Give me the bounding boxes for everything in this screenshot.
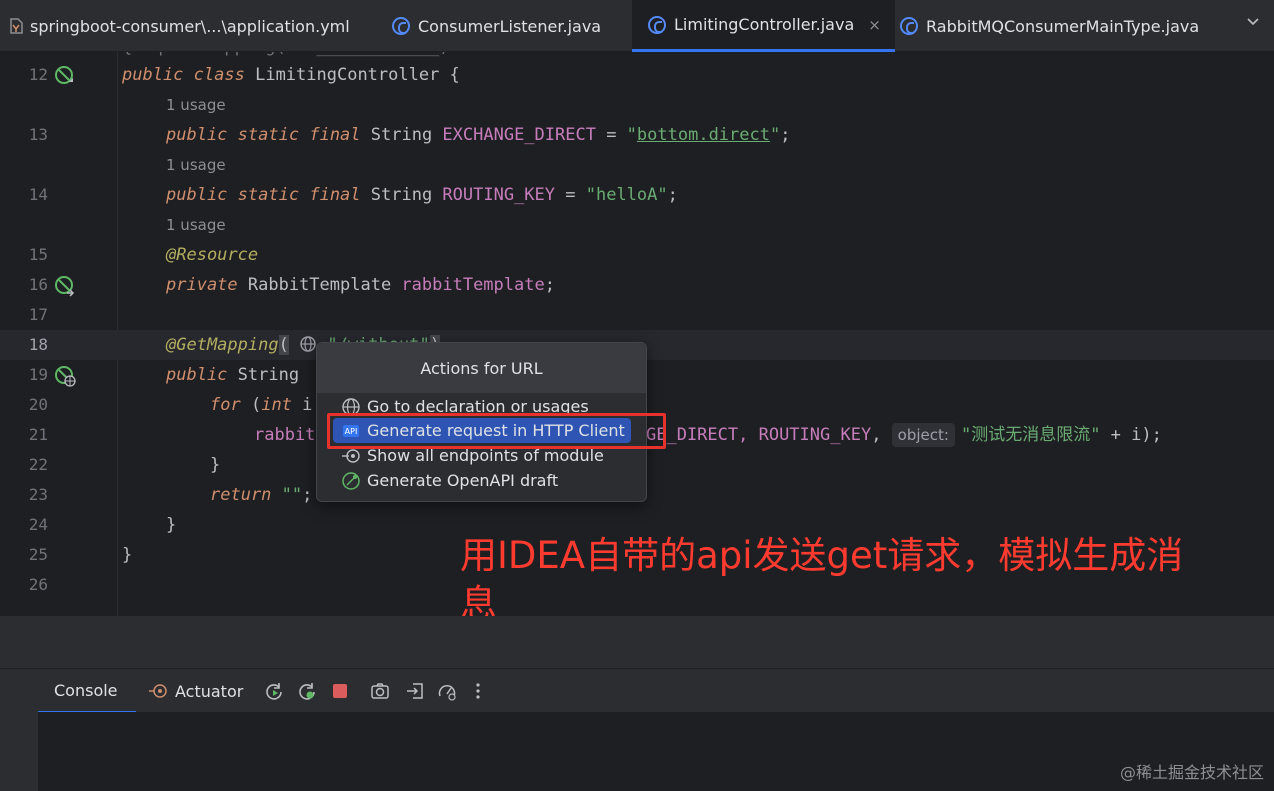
tab-label: Console — [54, 680, 118, 700]
menu-item-label: Go to declaration or usages — [367, 397, 589, 416]
line-number: 14 — [28, 185, 48, 204]
login-icon[interactable] — [405, 681, 425, 701]
string-literal: "helloA" — [585, 185, 668, 205]
yaml-file-icon — [10, 18, 23, 34]
tab-rabbitmq-main-type[interactable]: RabbitMQConsumerMainType.java — [900, 0, 1199, 52]
menu-item-label: Generate OpenAPI draft — [367, 471, 559, 490]
svg-text:API: API — [345, 427, 358, 436]
menu-item-label: Show all endpoints of module — [367, 446, 604, 465]
code-line-14: 14 public static final String ROUTING_KE… — [0, 180, 1274, 210]
globe-icon — [342, 397, 360, 416]
popup-title: Actions for URL — [317, 343, 646, 393]
field-name: ROUTING_KEY — [442, 185, 556, 205]
line-number: 25 — [28, 545, 48, 564]
code-line-15: 15 @Resource — [0, 240, 1274, 270]
openapi-icon — [342, 471, 360, 490]
spring-endpoint-icon[interactable] — [54, 365, 76, 387]
string-literal[interactable]: bottom.direct — [637, 125, 770, 145]
field-name: rabbitTemplate — [401, 275, 545, 295]
rerun-icon[interactable] — [264, 681, 284, 701]
close-icon[interactable]: × — [868, 16, 881, 34]
tab-label: RabbitMQConsumerMainType.java — [926, 16, 1200, 36]
chevron-down-icon[interactable] — [1246, 15, 1260, 29]
actuator-icon — [149, 684, 167, 698]
watermark: @稀土掘金技术社区 — [1119, 763, 1264, 782]
line-number: 17 — [28, 305, 48, 324]
annotation: @GetMapping — [166, 335, 279, 355]
http-client-icon: API — [343, 424, 359, 437]
string-literal: "测试无消息限流" — [960, 425, 1101, 445]
usage-hint[interactable]: 1 usage — [166, 150, 226, 180]
keyword: class — [193, 65, 245, 85]
tab-application-yml[interactable]: springboot-consumer\...\application.yml — [8, 0, 350, 52]
endpoints-icon — [342, 448, 360, 463]
code-line-13: 13 public static final String EXCHANGE_D… — [0, 120, 1274, 150]
tab-actuator[interactable]: Actuator — [148, 669, 243, 713]
usage-hint[interactable]: 1 usage — [166, 210, 226, 240]
menu-item-generate-http-request[interactable]: API Generate request in HTTP Client — [333, 418, 631, 443]
line-number: 19 — [28, 365, 48, 384]
annotation: @Resource — [166, 245, 259, 265]
line-number: 16 — [28, 275, 48, 294]
keyword: public — [122, 65, 184, 85]
tab-label: ConsumerListener.java — [418, 16, 602, 36]
class-icon — [392, 17, 410, 35]
field-name: EXCHANGE_DIRECT — [442, 125, 596, 145]
tab-label: springboot-consumer\...\application.yml — [30, 16, 350, 36]
line-number: 21 — [28, 425, 48, 444]
tab-limiting-controller[interactable]: LimitingController.java × — [632, 0, 895, 52]
dashboard-icon[interactable] — [437, 681, 457, 701]
actions-for-url-popup: Actions for URL Go to declaration or usa… — [316, 342, 647, 502]
spring-bean-icon[interactable] — [54, 65, 76, 87]
line-number: 26 — [28, 575, 48, 594]
class-name: LimitingController { — [244, 65, 460, 85]
menu-item-generate-openapi[interactable]: Generate OpenAPI draft — [331, 468, 631, 493]
tab-console[interactable]: Console — [38, 669, 136, 713]
spring-autowired-icon[interactable] — [54, 275, 76, 297]
tool-window-header: Console Actuator — [0, 668, 1274, 713]
line-number: 23 — [28, 485, 48, 504]
line-number: 24 — [28, 515, 48, 534]
line-number: 18 — [28, 335, 48, 354]
screenshot-icon[interactable] — [370, 681, 390, 701]
tab-consumer-listener[interactable]: ConsumerListener.java — [392, 0, 601, 52]
menu-item-go-to-declaration[interactable]: Go to declaration or usages — [331, 394, 631, 419]
globe-icon[interactable] — [299, 335, 317, 353]
class-icon — [900, 17, 918, 35]
usage-hint[interactable]: 1 usage — [166, 90, 226, 120]
stop-icon[interactable] — [330, 681, 350, 701]
menu-item-label: Generate request in HTTP Client — [367, 421, 625, 440]
rerun-debug-icon[interactable] — [297, 681, 317, 701]
code-line-16: 16 private RabbitTemplate rabbitTemplate… — [0, 270, 1274, 300]
line-number: 12 — [28, 65, 48, 84]
tab-label: LimitingController.java — [674, 15, 855, 34]
tab-label: Actuator — [175, 681, 244, 701]
console-output[interactable]: @稀土掘金技术社区 — [0, 712, 1274, 791]
line-number: 13 — [28, 125, 48, 144]
parameter-hint: object: — [891, 423, 955, 447]
more-icon[interactable] — [468, 681, 488, 701]
class-icon — [648, 15, 666, 34]
editor-tab-bar: springboot-consumer\...\application.yml … — [0, 0, 1274, 52]
line-number: 20 — [28, 395, 48, 414]
line-number: 15 — [28, 245, 48, 264]
code-line-12: 12 public class LimitingController { — [0, 60, 1274, 90]
menu-item-show-endpoints[interactable]: Show all endpoints of module — [331, 443, 631, 468]
code-line-17: 17 — [0, 300, 1274, 330]
editor-footer-band — [0, 616, 1274, 668]
line-number: 22 — [28, 455, 48, 474]
console-side-strip — [0, 712, 38, 791]
annotation-text: 用IDEA自带的api发送get请求，模拟生成消息 — [460, 534, 1184, 625]
